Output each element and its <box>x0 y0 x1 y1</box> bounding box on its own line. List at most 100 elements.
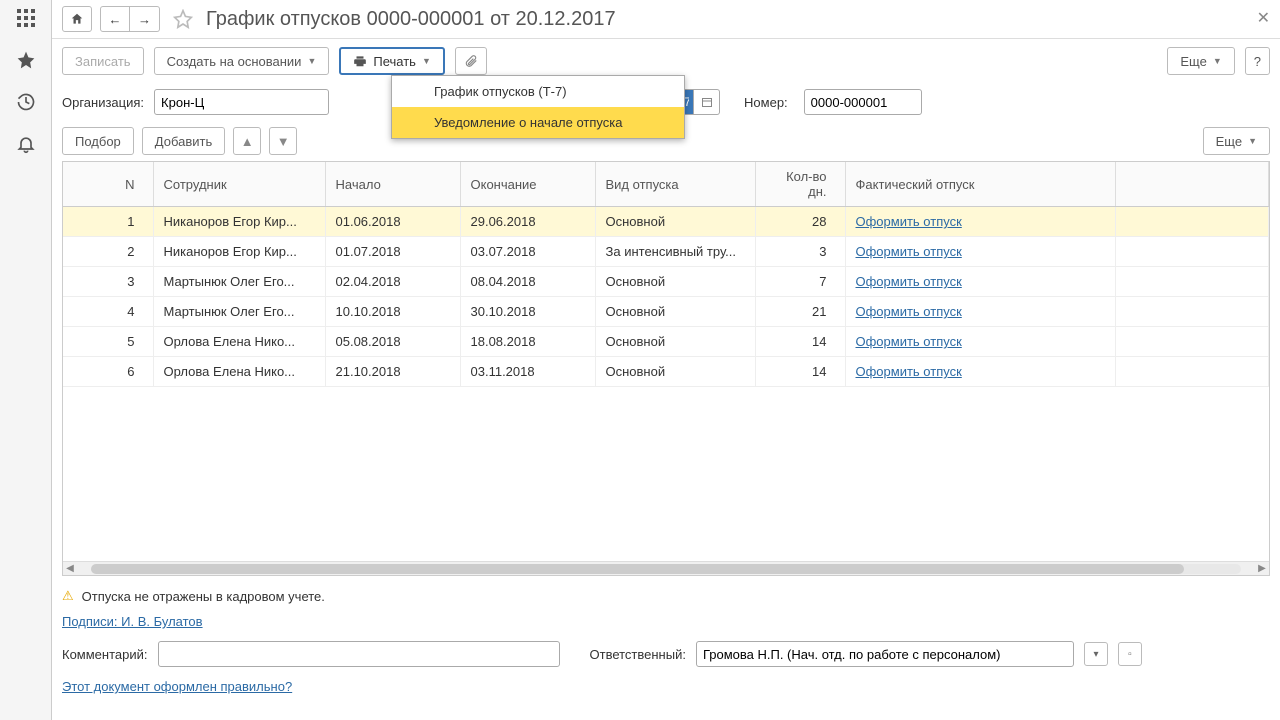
cell-start: 05.08.2018 <box>325 327 460 357</box>
titlebar: ← → График отпусков 0000-000001 от 20.12… <box>52 0 1280 39</box>
calendar-icon[interactable] <box>694 89 720 115</box>
create-vacation-link[interactable]: Оформить отпуск <box>856 304 962 319</box>
cell-days: 7 <box>755 267 845 297</box>
star-icon[interactable] <box>14 48 38 72</box>
print-button[interactable]: Печать ▼ <box>339 47 445 75</box>
chevron-down-icon: ▼ <box>1248 136 1257 146</box>
vacation-table: N Сотрудник Начало Окончание Вид отпуска… <box>63 162 1269 387</box>
command-bar: Записать Создать на основании ▼ Печать ▼… <box>52 39 1280 83</box>
history-icon[interactable] <box>14 90 38 114</box>
cell-start: 02.04.2018 <box>325 267 460 297</box>
warning-icon: ⚠ <box>62 588 74 604</box>
cell-start: 21.10.2018 <box>325 357 460 387</box>
cell-type: Основной <box>595 267 755 297</box>
back-button[interactable]: ← <box>100 6 130 32</box>
col-end[interactable]: Окончание <box>460 162 595 207</box>
more-label: Еще <box>1180 54 1206 69</box>
comment-label: Комментарий: <box>62 647 148 662</box>
table-row[interactable]: 5Орлова Елена Нико...05.08.201818.08.201… <box>63 327 1269 357</box>
cell-days: 3 <box>755 237 845 267</box>
add-button[interactable]: Добавить <box>142 127 225 155</box>
scroll-right-icon[interactable]: ▶ <box>1255 563 1269 574</box>
warning-text: Отпуска не отражены в кадровом учете. <box>82 589 325 604</box>
table-row[interactable]: 6Орлова Елена Нико...21.10.201803.11.201… <box>63 357 1269 387</box>
cell-type: Основной <box>595 207 755 237</box>
create-vacation-link[interactable]: Оформить отпуск <box>856 364 962 379</box>
cell-employee: Мартынюк Олег Его... <box>153 267 325 297</box>
write-button[interactable]: Записать <box>62 47 144 75</box>
cell-n: 1 <box>63 207 153 237</box>
cell-end: 18.08.2018 <box>460 327 595 357</box>
print-dropdown: График отпусков (Т-7) Уведомление о нача… <box>391 75 685 139</box>
cell-days: 14 <box>755 357 845 387</box>
app-sidebar <box>0 0 52 720</box>
number-input[interactable] <box>804 89 922 115</box>
create-vacation-link[interactable]: Оформить отпуск <box>856 274 962 289</box>
warning-row: ⚠ Отпуска не отражены в кадровом учете. <box>62 584 1270 608</box>
cell-action: Оформить отпуск <box>845 297 1115 327</box>
move-up-button[interactable]: ▲ <box>233 127 261 155</box>
cell-end: 03.07.2018 <box>460 237 595 267</box>
number-label: Номер: <box>744 95 788 110</box>
responsible-dropdown-icon[interactable]: ▾ <box>1084 642 1108 666</box>
cell-extra <box>1115 207 1269 237</box>
table-more-label: Еще <box>1216 134 1242 149</box>
col-action[interactable]: Фактический отпуск <box>845 162 1115 207</box>
apps-icon[interactable] <box>14 6 38 30</box>
help-button[interactable]: ? <box>1245 47 1270 75</box>
cell-type: За интенсивный тру... <box>595 237 755 267</box>
create-on-basis-button[interactable]: Создать на основании ▼ <box>154 47 330 75</box>
cell-days: 14 <box>755 327 845 357</box>
signatures-link[interactable]: Подписи: И. В. Булатов <box>62 614 203 629</box>
home-button[interactable] <box>62 6 92 32</box>
more-button[interactable]: Еще ▼ <box>1167 47 1234 75</box>
create-vacation-link[interactable]: Оформить отпуск <box>856 244 962 259</box>
create-vacation-link[interactable]: Оформить отпуск <box>856 334 962 349</box>
cell-action: Оформить отпуск <box>845 327 1115 357</box>
col-start[interactable]: Начало <box>325 162 460 207</box>
table-row[interactable]: 4Мартынюк Олег Его...10.10.201830.10.201… <box>63 297 1269 327</box>
horizontal-scrollbar[interactable]: ◀ ▶ <box>63 561 1269 575</box>
col-n[interactable]: N <box>63 162 153 207</box>
cell-end: 03.11.2018 <box>460 357 595 387</box>
doc-check-link[interactable]: Этот документ оформлен правильно? <box>62 679 292 694</box>
responsible-label: Ответственный: <box>590 647 686 662</box>
cell-days: 28 <box>755 207 845 237</box>
table-row[interactable]: 3Мартынюк Олег Его...02.04.201808.04.201… <box>63 267 1269 297</box>
cell-extra <box>1115 297 1269 327</box>
menu-item-t7[interactable]: График отпусков (Т-7) <box>392 76 684 107</box>
org-input[interactable] <box>154 89 329 115</box>
printer-icon <box>353 54 367 68</box>
close-icon[interactable]: ✕ <box>1257 8 1270 28</box>
cell-start: 01.07.2018 <box>325 237 460 267</box>
chevron-down-icon: ▼ <box>1213 56 1222 66</box>
responsible-input[interactable] <box>696 641 1074 667</box>
col-days[interactable]: Кол-во дн. <box>755 162 845 207</box>
col-extra <box>1115 162 1269 207</box>
create-vacation-link[interactable]: Оформить отпуск <box>856 214 962 229</box>
pick-button[interactable]: Подбор <box>62 127 134 155</box>
col-type[interactable]: Вид отпуска <box>595 162 755 207</box>
comment-input[interactable] <box>158 641 560 667</box>
bell-icon[interactable] <box>14 132 38 156</box>
menu-item-notification[interactable]: Уведомление о начале отпуска <box>392 107 684 138</box>
cell-n: 5 <box>63 327 153 357</box>
chevron-down-icon: ▼ <box>307 56 316 66</box>
forward-button[interactable]: → <box>130 6 160 32</box>
col-employee[interactable]: Сотрудник <box>153 162 325 207</box>
responsible-open-icon[interactable]: ▫ <box>1118 642 1142 666</box>
favorite-icon[interactable] <box>172 8 194 30</box>
cell-action: Оформить отпуск <box>845 237 1115 267</box>
move-down-button[interactable]: ▼ <box>269 127 297 155</box>
cell-type: Основной <box>595 297 755 327</box>
attach-button[interactable] <box>455 47 487 75</box>
table-more-button[interactable]: Еще ▼ <box>1203 127 1270 155</box>
cell-employee: Орлова Елена Нико... <box>153 327 325 357</box>
cell-employee: Никаноров Егор Кир... <box>153 207 325 237</box>
cell-n: 3 <box>63 267 153 297</box>
table-row[interactable]: 1Никаноров Егор Кир...01.06.201829.06.20… <box>63 207 1269 237</box>
table-row[interactable]: 2Никаноров Егор Кир...01.07.201803.07.20… <box>63 237 1269 267</box>
cell-employee: Никаноров Егор Кир... <box>153 237 325 267</box>
scroll-left-icon[interactable]: ◀ <box>63 563 77 574</box>
cell-extra <box>1115 357 1269 387</box>
